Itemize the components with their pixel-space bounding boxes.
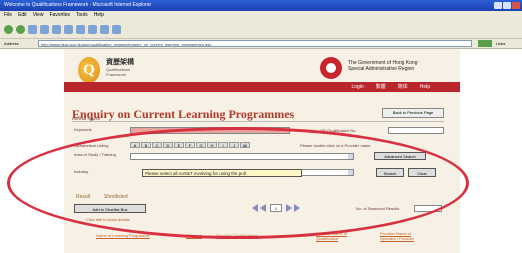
- advanced-search-button[interactable]: Advanced Search: [374, 152, 426, 160]
- alpha-f[interactable]: F: [185, 142, 195, 148]
- alpha-b[interactable]: B: [141, 142, 151, 148]
- home-icon[interactable]: [52, 24, 61, 34]
- column-specified-qualifications[interactable]: Specified Qualifications: [216, 233, 258, 238]
- alpha-g[interactable]: G: [196, 142, 206, 148]
- window-title: Welcome to Qualifications Framework - Mi…: [4, 2, 152, 8]
- column-provider-qualification[interactable]: Provider Name of Qualification: [316, 231, 362, 241]
- minimize-icon[interactable]: [494, 2, 502, 9]
- menu-view[interactable]: View: [33, 11, 44, 20]
- print-icon[interactable]: [112, 24, 121, 34]
- add-to-shortlist-button[interactable]: Add to Shortlist Box: [74, 204, 146, 213]
- browser-toolbar: [0, 20, 522, 39]
- back-to-previous-button[interactable]: Back to Previous Page: [382, 108, 444, 118]
- alpha-d[interactable]: D: [163, 142, 173, 148]
- qf-logo-english: Qualifications Framework: [106, 67, 131, 77]
- keywords-input[interactable]: [130, 127, 290, 134]
- go-button[interactable]: [478, 40, 492, 47]
- menu-tools[interactable]: Tools: [76, 11, 88, 20]
- first-page-icon[interactable]: [252, 204, 258, 212]
- close-icon[interactable]: [512, 2, 520, 9]
- keywords-label: Keywords: [74, 127, 92, 132]
- browser-title-bar: Welcome to Qualifications Framework - Mi…: [0, 0, 522, 11]
- nav-traditional-chinese[interactable]: 繁體: [376, 82, 386, 92]
- column-programme-name[interactable]: Name of Learning Programme: [96, 233, 150, 238]
- last-page-icon[interactable]: [294, 204, 300, 212]
- next-page-icon[interactable]: [286, 204, 292, 212]
- clear-button[interactable]: Clear: [408, 168, 436, 177]
- area-of-study-dropdown[interactable]: [130, 153, 354, 160]
- page-body: Q 資歷架構 Qualifications Framework The Gove…: [64, 49, 460, 253]
- stop-icon[interactable]: [28, 24, 37, 34]
- qf-logo-chinese: 資歷架構: [106, 59, 134, 66]
- click-title-hint: Click title to show details: [86, 217, 130, 222]
- menu-file[interactable]: File: [4, 11, 12, 20]
- address-label: Address: [4, 41, 19, 46]
- forward-icon[interactable]: [16, 24, 25, 34]
- divider: [72, 121, 444, 122]
- government-name: The Government of Hong Kong Special Admi…: [348, 60, 418, 72]
- menu-help[interactable]: Help: [94, 11, 104, 20]
- nav-help[interactable]: Help: [420, 82, 430, 92]
- tooltip: Please select all AoS&T involving for us…: [142, 169, 302, 177]
- column-provider-operator[interactable]: Provider Name of Operator / Provider: [380, 231, 428, 241]
- qualification-no-input[interactable]: [388, 127, 444, 134]
- hksar-emblem-icon: [320, 57, 342, 79]
- history-icon[interactable]: [88, 24, 97, 34]
- area-of-study-label: Area of Study / Training: [74, 152, 116, 157]
- alphabet-hint: Alphabetical Listing: [74, 143, 109, 148]
- alpha-h[interactable]: H: [207, 142, 217, 148]
- top-nav-bar: Login 繁體 简体 Help: [64, 82, 460, 92]
- previous-page-icon[interactable]: [260, 204, 266, 212]
- page-title: Enquiry on Current Learning Programmes: [72, 107, 295, 121]
- results-count-label: No. of Searched Results: [356, 206, 400, 211]
- alpha-a[interactable]: A: [130, 142, 140, 148]
- chevron-down-icon: [348, 154, 353, 159]
- alpha-all[interactable]: All: [240, 142, 250, 148]
- tab-shortlisted[interactable]: Shortlisted: [104, 194, 128, 200]
- alpha-c[interactable]: C: [152, 142, 162, 148]
- address-bar: Address http://www.hkqf.gov.hk/guie/qual…: [0, 39, 522, 49]
- links-button[interactable]: Links: [496, 40, 505, 47]
- chevron-down-icon: [348, 170, 353, 175]
- qualification-no-label: QR Qualification No.: [320, 128, 357, 133]
- alpha-i[interactable]: I: [218, 142, 228, 148]
- menu-edit[interactable]: Edit: [18, 11, 27, 20]
- address-field[interactable]: http://www.hkqf.gov.hk/guie/qualificatio…: [38, 40, 472, 47]
- qf-logo: Q: [78, 57, 100, 83]
- menu-favorites[interactable]: Favorites: [49, 11, 70, 20]
- results-count-field: [414, 205, 442, 212]
- favorites-icon[interactable]: [76, 24, 85, 34]
- menu-bar: File Edit View Favorites Tools Help: [0, 11, 522, 20]
- refresh-icon[interactable]: [40, 24, 49, 34]
- maximize-icon[interactable]: [503, 2, 511, 9]
- nav-login[interactable]: Login: [351, 82, 363, 92]
- tab-result[interactable]: Result: [76, 194, 90, 200]
- provider-hint: Please double-click on a Provider name: [300, 143, 371, 148]
- alpha-e[interactable]: E: [174, 142, 184, 148]
- alpha-j[interactable]: J: [229, 142, 239, 148]
- nav-simplified-chinese[interactable]: 简体: [398, 82, 408, 92]
- mail-icon[interactable]: [100, 24, 109, 34]
- back-icon[interactable]: [4, 24, 13, 34]
- page-number-input[interactable]: 1: [270, 204, 282, 212]
- search-icon[interactable]: [64, 24, 73, 34]
- alphabet-filter: A B C D E F G H I J All: [130, 142, 250, 148]
- column-qf-level[interactable]: QF Level: [186, 233, 202, 238]
- industry-label: Industry: [74, 169, 89, 174]
- browser-content: Q 資歷架構 Qualifications Framework The Gove…: [0, 49, 522, 253]
- search-button[interactable]: Search: [376, 168, 404, 177]
- window-controls: [494, 2, 520, 9]
